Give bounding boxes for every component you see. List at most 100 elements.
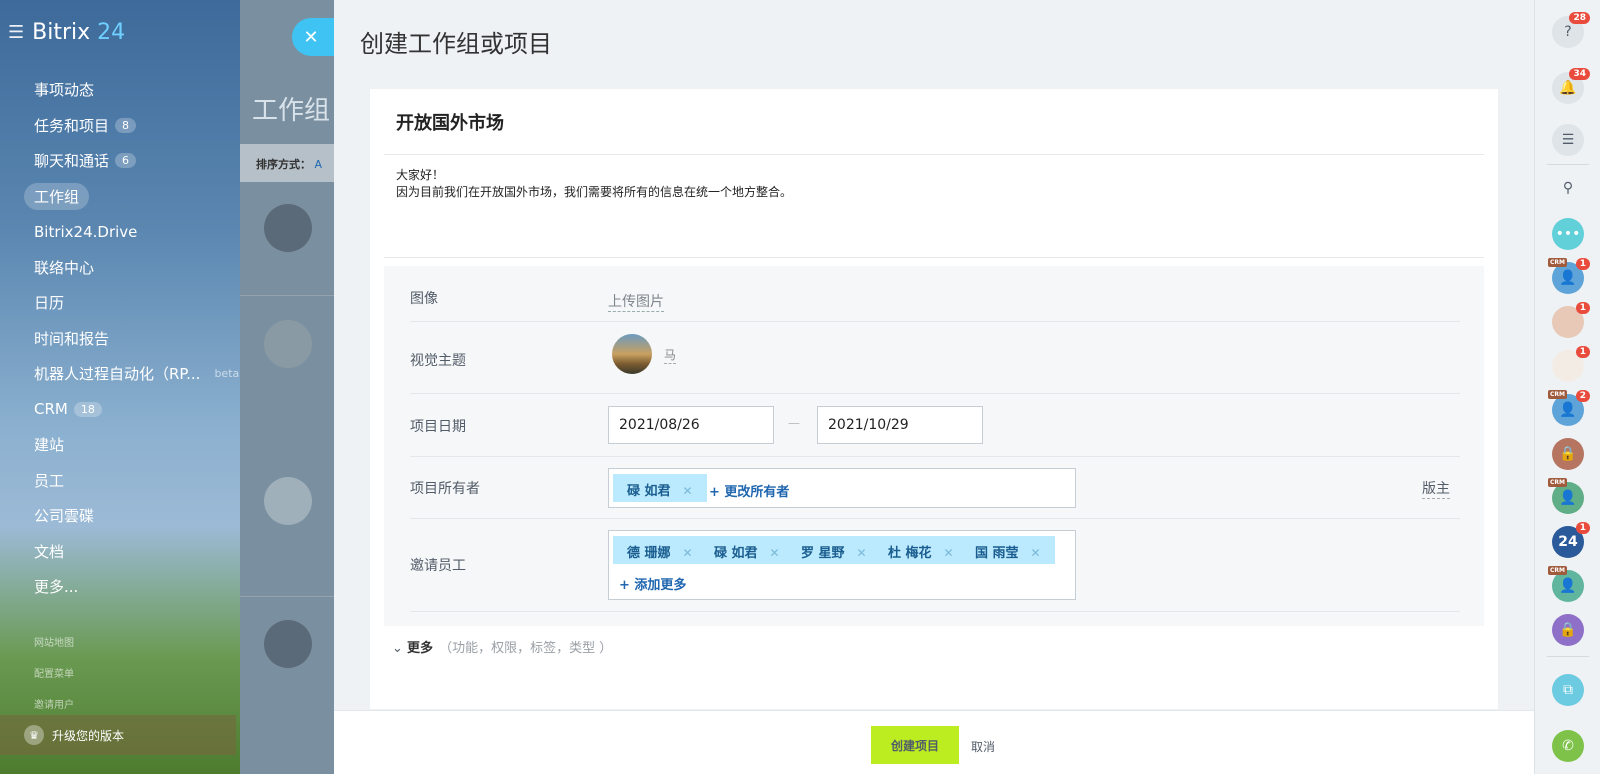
page-title: 创建工作组或项目 <box>360 30 552 58</box>
owner-tag: 碌 如君 ✕ <box>613 474 707 502</box>
nav-item-contact-center[interactable]: 联络中心 <box>24 250 234 286</box>
screen-share-icon[interactable]: ⧉ <box>1552 674 1584 706</box>
more-settings-toggle[interactable]: ⌄ 更多 （功能，权限，标签，类型 ） <box>392 637 612 656</box>
logo[interactable]: ☰ Bitrix 24 <box>8 20 125 45</box>
sort-bar: 排序方式： A <box>240 144 340 182</box>
chevron-down-icon: ⌄ <box>392 641 403 656</box>
invitee-name: 德 珊娜 <box>627 546 671 561</box>
lock-icon[interactable]: 🔒 <box>1552 614 1584 646</box>
crm-label: CRM <box>1548 478 1567 487</box>
small-links: 网站地图 配置菜单 邀请用户 <box>34 628 74 721</box>
owner-name: 碌 如君 <box>627 484 671 499</box>
form-card: 开放国外市场 大家好！ 因为目前我们在开放国外市场，我们需要将所有的信息在统一个… <box>370 89 1498 709</box>
more-contacts-icon[interactable]: ••• <box>1552 218 1584 250</box>
avatar <box>264 477 312 525</box>
counter-badge: 18 <box>73 401 102 417</box>
remove-tag-icon[interactable]: ✕ <box>683 484 693 498</box>
crm-contact-avatar[interactable]: CRM 👤 <box>1548 478 1584 514</box>
nav-item-chat[interactable]: 聊天和通话 6 <box>24 143 234 179</box>
remove-tag-icon[interactable]: ✕ <box>770 546 780 560</box>
owner-label: 项目所有者 <box>410 481 480 497</box>
add-more-link[interactable]: + 添加更多 <box>619 574 686 593</box>
main-nav: 事项动态 任务和项目 8 聊天和通话 6 工作组 Bitrix24.Drive 联络… <box>24 72 239 605</box>
owner-row: 项目所有者 碌 如君 ✕ + 更改所有者 版主 <box>410 457 1460 519</box>
remove-tag-icon[interactable]: ✕ <box>944 546 954 560</box>
avatar <box>264 620 312 668</box>
crm-contact-avatar[interactable]: CRM 👤 2 <box>1548 390 1590 426</box>
configure-menu-link[interactable]: 配置菜单 <box>34 659 74 690</box>
start-date-input[interactable]: 2021/08/26 <box>608 406 774 444</box>
unread-badge: 1 <box>1575 522 1590 534</box>
crm-contact-avatar[interactable]: CRM 👤 1 <box>1548 258 1590 294</box>
nav-item-crm[interactable]: CRM 18 <box>24 392 234 428</box>
background-header: 工作组 <box>252 96 331 126</box>
owner-selector[interactable]: 碌 如君 ✕ + 更改所有者 <box>608 468 1076 508</box>
invitee-tag: 杜 梅花 ✕ <box>874 536 968 564</box>
nav-item-more[interactable]: 更多... <box>24 569 234 605</box>
counter-badge: 6 <box>115 153 137 169</box>
help-icon[interactable]: ? 28 <box>1552 12 1590 48</box>
brand-name: Bitrix 24 <box>32 20 126 45</box>
description-field[interactable]: 大家好！ 因为目前我们在开放国外市场，我们需要将所有的信息在统一个地方整合。 <box>396 167 792 201</box>
close-slider-button[interactable]: ✕ <box>292 18 340 56</box>
crown-icon: ♛ <box>24 725 44 745</box>
crm-contact-avatar[interactable]: CRM 👤 <box>1548 566 1584 602</box>
remove-tag-icon[interactable]: ✕ <box>1031 546 1041 560</box>
menu-icon[interactable]: ☰ <box>8 22 24 43</box>
bell-badge: 34 <box>1569 68 1590 80</box>
user-avatar[interactable]: 1 <box>1552 346 1590 382</box>
nav-item-rpa[interactable]: 机器人过程自动化（RP... beta <box>24 356 239 392</box>
invitee-tag: 碌 如君 ✕ <box>700 536 794 564</box>
theme-row: 视觉主题 马 <box>410 322 1460 394</box>
left-sidebar: ☰ Bitrix 24 事项动态 任务和项目 8 聊天和通话 6 工作组 Bitri… <box>0 0 240 774</box>
end-date-input[interactable]: 2021/10/29 <box>817 406 983 444</box>
chat-icon[interactable]: ☰ <box>1552 124 1584 156</box>
nav-item-docs[interactable]: 文档 <box>24 534 234 570</box>
lock-icon[interactable]: 🔒 <box>1552 438 1584 470</box>
nav-item-calendar[interactable]: 日历 <box>24 285 234 321</box>
theme-thumbnail[interactable] <box>612 334 652 374</box>
beta-label: beta <box>214 367 240 381</box>
description-line: 因为目前我们在开放国外市场，我们需要将所有的信息在统一个地方整合。 <box>396 185 793 199</box>
nav-item-sites[interactable]: 建站 <box>24 427 234 463</box>
date-separator: — <box>788 416 800 430</box>
invite-selector[interactable]: 德 珊娜 ✕ 碌 如君 ✕ 罗 星野 ✕ 杜 梅花 ✕ 国 雨莹 ✕ + 添加更多 <box>608 530 1076 600</box>
nav-item-feed[interactable]: 事项动态 <box>24 72 234 108</box>
user-avatar[interactable]: 1 <box>1552 302 1590 338</box>
invitee-name: 杜 梅花 <box>888 546 932 561</box>
change-owner-link[interactable]: + 更改所有者 <box>709 481 789 500</box>
unread-badge: 1 <box>1575 346 1590 358</box>
sort-value[interactable]: A <box>315 158 323 171</box>
crm-label: CRM <box>1548 390 1567 399</box>
create-group-panel: 创建工作组或项目 开放国外市场 大家好！ 因为目前我们在开放国外市场，我们需要将… <box>334 0 1534 774</box>
nav-item-time[interactable]: 时间和报告 <box>24 321 234 357</box>
upload-image-link[interactable]: 上传图片 <box>608 291 664 312</box>
remove-tag-icon[interactable]: ✕ <box>857 546 867 560</box>
invite-row: 邀请员工 德 珊娜 ✕ 碌 如君 ✕ 罗 星野 ✕ 杜 梅花 ✕ 国 雨莹 ✕ + 添加更… <box>410 519 1460 612</box>
phone-icon[interactable]: ✆ <box>1552 730 1584 762</box>
sitemap-link[interactable]: 网站地图 <box>34 628 74 659</box>
nav-item-workgroups[interactable]: 工作组 <box>24 179 234 215</box>
nav-item-company-drive[interactable]: 公司雲碟 <box>24 498 234 534</box>
image-row: 图像 上传图片 <box>410 266 1460 322</box>
theme-name[interactable]: 马 <box>664 346 677 364</box>
divider <box>384 257 1484 258</box>
group-name-field[interactable]: 开放国外市场 <box>396 109 504 135</box>
nav-item-drive[interactable]: Bitrix24.Drive <box>24 214 234 250</box>
upgrade-button[interactable]: ♛ 升级您的版本 <box>0 715 236 755</box>
moderators-link[interactable]: 版主 <box>1422 478 1450 499</box>
search-icon[interactable]: ⚲ <box>1552 172 1584 204</box>
nav-item-tasks[interactable]: 任务和项目 8 <box>24 108 234 144</box>
divider <box>240 596 340 597</box>
bitrix24-icon[interactable]: 24 1 <box>1552 522 1590 558</box>
remove-tag-icon[interactable]: ✕ <box>683 546 693 560</box>
invitee-name: 罗 星野 <box>801 546 845 561</box>
cancel-button[interactable]: 取消 <box>971 738 995 755</box>
nav-item-employees[interactable]: 员工 <box>24 463 234 499</box>
create-project-button[interactable]: 创建项目 <box>871 726 959 764</box>
unread-badge: 2 <box>1575 390 1590 402</box>
close-icon: ✕ <box>303 26 319 48</box>
bell-icon[interactable]: 🔔 34 <box>1552 68 1590 104</box>
unread-badge: 1 <box>1575 258 1590 270</box>
divider <box>1547 164 1589 165</box>
